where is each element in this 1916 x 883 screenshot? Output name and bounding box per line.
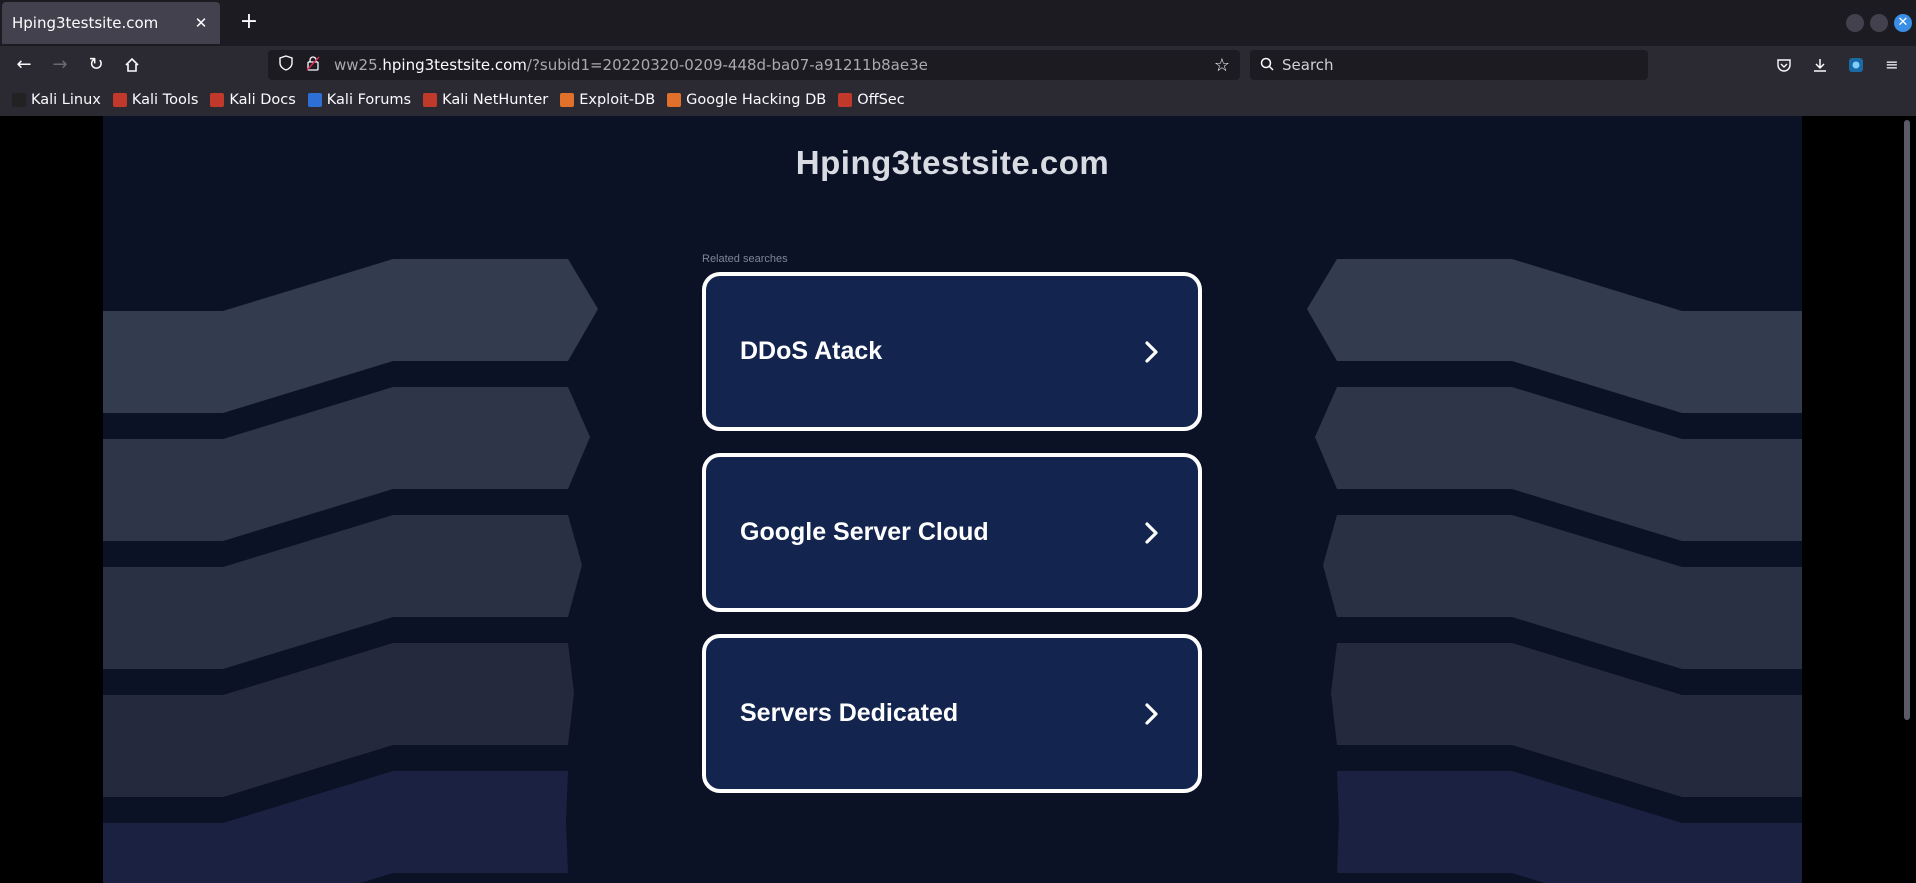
menu-icon[interactable]: ≡ [1880, 54, 1904, 76]
forward-icon[interactable]: → [46, 52, 74, 78]
bookmark-label: Kali Linux [31, 92, 101, 108]
bookmark-favicon-icon [423, 93, 438, 107]
bookmark-label: OffSec [857, 92, 905, 108]
search-input[interactable]: Search [1282, 56, 1334, 74]
bookmark-favicon-icon [307, 93, 322, 107]
bookmark-item[interactable]: Kali NetHunter [423, 92, 548, 108]
page-viewport: Hping3testsite.com Related searches DDoS… [0, 116, 1916, 883]
url-text[interactable]: ww25.hping3testsite.com/?subid1=20220320… [334, 56, 928, 74]
bookmark-favicon-icon [112, 93, 127, 107]
bookmark-favicon-icon [667, 93, 682, 107]
bookmarks-toolbar: Kali Linux Kali Tools Kali Docs Kali Forums… [0, 84, 1916, 116]
maximize-button[interactable] [1870, 14, 1888, 32]
bookmark-label: Kali NetHunter [442, 92, 549, 108]
url-host: hping3testsite.com [382, 56, 527, 74]
bookmark-label: Google Hacking DB [686, 92, 827, 108]
bookmark-item[interactable]: Kali Tools [112, 92, 199, 108]
minimize-button[interactable] [1846, 14, 1864, 32]
search-bar[interactable]: Search [1250, 50, 1648, 80]
bookmark-item[interactable]: Kali Linux [12, 92, 101, 108]
tab-title: Hping3testsite.com [12, 14, 159, 32]
bookmark-item[interactable]: Kali Docs [210, 92, 296, 108]
related-link-servers-dedicated[interactable]: Servers Dedicated [702, 634, 1202, 793]
bookmark-label: Kali Forums [326, 92, 412, 108]
search-icon [1260, 56, 1274, 75]
related-link-google-server-cloud[interactable]: Google Server Cloud [702, 453, 1202, 612]
bookmark-item[interactable]: Google Hacking DB [667, 92, 826, 108]
related-link-ddos-atack[interactable]: DDoS Atack [702, 272, 1202, 431]
shield-icon[interactable] [278, 55, 294, 75]
page-scrollbar[interactable] [1904, 120, 1910, 720]
bookmark-favicon-icon [210, 93, 225, 107]
chevron-right-icon [1138, 701, 1164, 727]
extension-icon[interactable] [1844, 54, 1868, 76]
bookmark-item[interactable]: OffSec [838, 92, 905, 108]
related-link-label: Google Server Cloud [740, 518, 989, 546]
nav-bar: ← → ↻ ww25.hping3testsite.com/?subid1=20… [0, 46, 1916, 84]
site-title: Hping3testsite.com [795, 144, 1110, 181]
bookmark-item[interactable]: Kali Forums [307, 92, 412, 108]
back-icon[interactable]: ← [10, 52, 38, 78]
lock-icon[interactable] [306, 55, 320, 75]
related-link-label: DDoS Atack [740, 337, 883, 365]
pocket-icon[interactable] [1772, 54, 1796, 76]
bookmark-label: Kali Docs [229, 92, 296, 108]
bookmark-item[interactable]: Exploit-DB [560, 92, 655, 108]
bookmark-favicon-icon [838, 93, 853, 107]
url-bar[interactable]: ww25.hping3testsite.com/?subid1=20220320… [268, 50, 1240, 80]
related-searches-label: Related searches [702, 253, 788, 265]
reload-icon[interactable]: ↻ [82, 52, 110, 78]
close-window-button[interactable]: ✕ [1894, 14, 1912, 32]
bookmark-favicon-icon [560, 93, 575, 107]
page-content: Hping3testsite.com Related searches DDoS… [103, 116, 1802, 883]
new-tab-button[interactable]: + [236, 10, 262, 36]
tab-close-icon[interactable]: ✕ [192, 14, 210, 32]
home-icon[interactable] [118, 52, 146, 78]
star-icon[interactable]: ☆ [1214, 55, 1230, 76]
bookmark-favicon-icon [12, 93, 26, 107]
chevron-right-icon [1138, 339, 1164, 365]
url-prefix: ww25. [334, 56, 383, 74]
chevron-right-icon [1138, 520, 1164, 546]
related-link-label: Servers Dedicated [740, 699, 959, 727]
bookmark-label: Exploit-DB [579, 92, 656, 108]
download-icon[interactable] [1808, 54, 1832, 76]
url-path: /?subid1=20220320-0209-448d-ba07-a91211b… [526, 56, 928, 74]
tab-active[interactable]: Hping3testsite.com ✕ [2, 2, 220, 44]
tab-bar: Hping3testsite.com ✕ + ✕ [0, 0, 1916, 46]
bookmark-label: Kali Tools [131, 92, 199, 108]
